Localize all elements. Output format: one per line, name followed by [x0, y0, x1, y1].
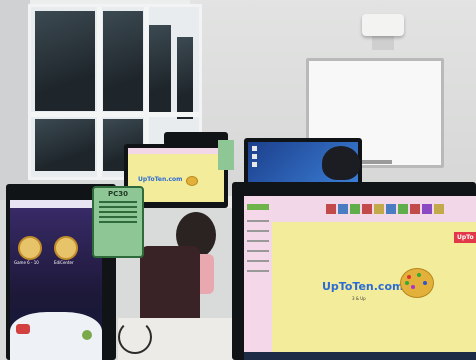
corner-badge: UpTo — [454, 232, 476, 243]
whiteboard-tray — [362, 160, 392, 164]
left-caption-1: Game 6 - 10 — [14, 260, 39, 265]
projector — [362, 14, 404, 36]
left-screen: Game 6 - 10 EdiCenter — [10, 200, 102, 360]
toolbar-thumb[interactable] — [362, 204, 372, 214]
window-frame — [97, 7, 102, 177]
taskbar — [244, 352, 476, 360]
candy-dot — [407, 275, 411, 279]
desktop-icon — [252, 162, 257, 167]
cookie-image — [400, 268, 434, 298]
toolbar-thumb[interactable] — [410, 204, 420, 214]
chair — [140, 246, 200, 326]
toolbar-thumb[interactable] — [338, 204, 348, 214]
ornament-icon — [18, 236, 42, 260]
tag-line — [99, 206, 137, 208]
toolbar-thumb[interactable] — [422, 204, 432, 214]
window-pane — [103, 11, 143, 111]
sidebar-button[interactable] — [247, 204, 269, 210]
projector-mount — [372, 36, 394, 50]
tag-line — [99, 211, 137, 213]
sidebar-line — [247, 250, 269, 252]
candy-dot — [417, 273, 421, 277]
candy-dot — [405, 281, 409, 285]
window-pane — [149, 25, 171, 115]
main-toolbar — [272, 196, 476, 222]
candy-dot — [423, 281, 427, 285]
sidebar-line — [247, 220, 269, 222]
window-frame — [31, 112, 199, 117]
toolbar-thumb[interactable] — [350, 204, 360, 214]
cable — [118, 320, 152, 354]
window-pane — [35, 11, 95, 111]
window-pane — [177, 37, 193, 119]
sidebar-line — [247, 260, 269, 262]
main-small-text: 3 & Up — [352, 296, 366, 301]
window-pane — [35, 119, 95, 171]
toolbar-strip — [128, 148, 224, 154]
candy-dot — [411, 285, 415, 289]
tag-line — [99, 216, 137, 218]
monitor-front-right: UpTo UpToTen.com 3 & Up — [232, 182, 476, 360]
main-sidebar — [244, 196, 272, 360]
toolbar-thumb[interactable] — [374, 204, 384, 214]
center-tag-card — [218, 140, 234, 170]
center-site-name: UpToTen.com — [138, 176, 183, 183]
main-site-name: UpToTen.com — [322, 280, 404, 293]
toolbar-thumb[interactable] — [398, 204, 408, 214]
tree-icon — [82, 330, 92, 340]
tag-card: PC30 — [92, 186, 144, 258]
sidebar-line — [247, 230, 269, 232]
cookie-image — [186, 176, 198, 186]
sleigh-icon — [16, 324, 30, 334]
tag-line — [99, 201, 137, 203]
desktop-icon — [252, 154, 257, 159]
toolbar-thumb[interactable] — [326, 204, 336, 214]
sidebar-line — [247, 270, 269, 272]
tag-card-title: PC30 — [107, 190, 128, 198]
person-head — [322, 146, 360, 180]
desktop-icon — [252, 146, 257, 151]
toolbar-thumb[interactable] — [386, 204, 396, 214]
sidebar-line — [247, 240, 269, 242]
tag-line — [99, 221, 137, 223]
left-wall — [0, 0, 30, 200]
main-screen: UpTo UpToTen.com 3 & Up — [244, 196, 476, 360]
toolbar-thumb[interactable] — [434, 204, 444, 214]
left-toolbar — [10, 200, 102, 208]
left-caption-2: EdiCenter — [54, 260, 74, 265]
ornament-icon — [54, 236, 78, 260]
